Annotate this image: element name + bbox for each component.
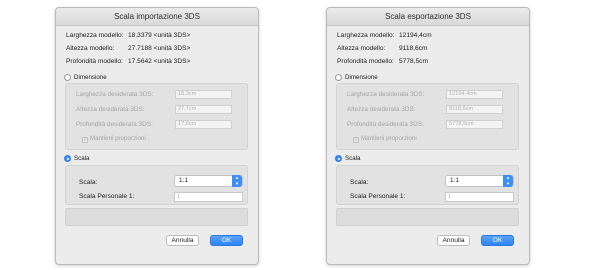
scale-label: Scala: (350, 179, 369, 186)
scale-radio-label: Scala (345, 155, 361, 162)
desired-width-field[interactable]: 12194,4cm (446, 90, 503, 99)
model-width-value: 18.3379 <unità 3DS> (128, 32, 191, 39)
model-depth-label: Profondità modello: (66, 58, 123, 65)
model-height-value: 27.7188 <unità 3DS> (128, 45, 191, 52)
model-width-info: Larghezza modello: 18.3379 <unità 3DS> (66, 31, 190, 41)
model-height-label: Altezza modello: (66, 45, 115, 52)
model-height-info: Altezza modello: 27.7188 <unità 3DS> (66, 44, 190, 54)
model-height-label: Altezza modello: (337, 45, 386, 52)
up-down-chevron-icon[interactable]: ▴ ▾ (232, 175, 242, 187)
custom-scale-field[interactable]: 1 (445, 192, 514, 202)
scale-select[interactable]: 1:1 ▴ ▾ (174, 175, 243, 187)
dimension-section: Larghezza desiderata 3DS: 18,3cm Altezza… (65, 83, 248, 150)
model-width-info: Larghezza modello: 12194,4cm (337, 31, 432, 41)
desired-depth-field[interactable]: 17,6cm (175, 120, 232, 129)
up-down-chevron-icon[interactable]: ▴ ▾ (503, 175, 513, 187)
scale-section: Scala: 1:1 ▴ ▾ Scala Personale 1: 1 (65, 165, 248, 205)
custom-scale-field[interactable]: 1 (174, 192, 243, 202)
desired-width-field[interactable]: 18,3cm (175, 90, 232, 99)
desired-height-field[interactable]: 9118,6cm (446, 105, 503, 114)
scale-radio-circle[interactable] (335, 155, 342, 162)
custom-scale-label: Scala Personale 1: (79, 193, 135, 200)
scale-radio-label: Scala (74, 155, 90, 162)
keep-proportions-checkbox[interactable]: ✓ Mantieni proporzioni (82, 134, 146, 143)
scale-select-value: 1:1 (179, 177, 188, 184)
model-width-label: Larghezza modello: (337, 32, 395, 39)
scale-label: Scala: (79, 179, 98, 186)
desired-width-label: Larghezza desiderata 3DS: (76, 91, 154, 98)
dimension-radio-circle[interactable] (64, 74, 71, 81)
cancel-button[interactable]: Annulla (437, 235, 470, 246)
model-height-value: 9118,6cm (399, 45, 428, 52)
model-depth-value: 17.5642 <unità 3DS> (128, 58, 191, 65)
dimension-radio[interactable]: Dimensione (64, 73, 107, 82)
ok-button[interactable]: OK (481, 235, 514, 246)
keep-proportions-checkbox[interactable]: ✓ Mantieni proporzioni (353, 134, 417, 143)
checkmark-icon[interactable]: ✓ (353, 137, 359, 143)
dimension-section: Larghezza desiderata 3DS: 12194,4cm Alte… (336, 83, 519, 150)
desired-depth-label: Profondità desiderata 3DS: (76, 121, 153, 128)
dimension-radio-label: Dimensione (74, 74, 107, 81)
model-width-value: 12194,4cm (399, 32, 432, 39)
dialog-title: Scala esportazione 3DS (327, 8, 529, 26)
export-scale-dialog: Scala esportazione 3DS Larghezza modello… (326, 7, 530, 265)
scale-radio[interactable]: Scala (335, 154, 360, 163)
scale-section: Scala: 1:1 ▴ ▾ Scala Personale 1: 1 (336, 165, 519, 205)
model-depth-value: 5778,5cm (399, 58, 428, 65)
desired-width-label: Larghezza desiderata 3DS: (347, 91, 425, 98)
model-depth-info: Profondità modello: 5778,5cm (337, 57, 428, 67)
desired-height-label: Altezza desiderata 3DS: (76, 106, 145, 113)
dimension-radio[interactable]: Dimensione (335, 73, 378, 82)
scale-select[interactable]: 1:1 ▴ ▾ (445, 175, 514, 187)
import-scale-dialog: Scala importazione 3DS Larghezza modello… (55, 7, 259, 265)
desired-depth-field[interactable]: 5778,5cm (446, 120, 503, 129)
dialog-title: Scala importazione 3DS (56, 8, 258, 26)
scale-radio-circle[interactable] (64, 155, 71, 162)
keep-proportions-label: Mantieni proporzioni (361, 135, 417, 142)
model-height-info: Altezza modello: 9118,6cm (337, 44, 427, 54)
scale-select-value: 1:1 (450, 177, 459, 184)
cancel-button[interactable]: Annulla (166, 235, 199, 246)
model-width-label: Larghezza modello: (66, 32, 124, 39)
custom-scale-label: Scala Personale 1: (350, 193, 406, 200)
desired-height-field[interactable]: 27,7cm (175, 105, 232, 114)
desired-height-label: Altezza desiderata 3DS: (347, 106, 416, 113)
desired-depth-label: Profondità desiderata 3DS: (347, 121, 424, 128)
dimension-radio-label: Dimensione (345, 74, 378, 81)
empty-panel (65, 208, 248, 226)
model-depth-info: Profondità modello: 17.5642 <unità 3DS> (66, 57, 190, 67)
empty-panel (336, 208, 519, 226)
model-depth-label: Profondità modello: (337, 58, 394, 65)
scale-radio[interactable]: Scala (64, 154, 89, 163)
keep-proportions-label: Mantieni proporzioni (90, 135, 146, 142)
checkmark-icon[interactable]: ✓ (82, 137, 88, 143)
ok-button[interactable]: OK (210, 235, 243, 246)
dimension-radio-circle[interactable] (335, 74, 342, 81)
